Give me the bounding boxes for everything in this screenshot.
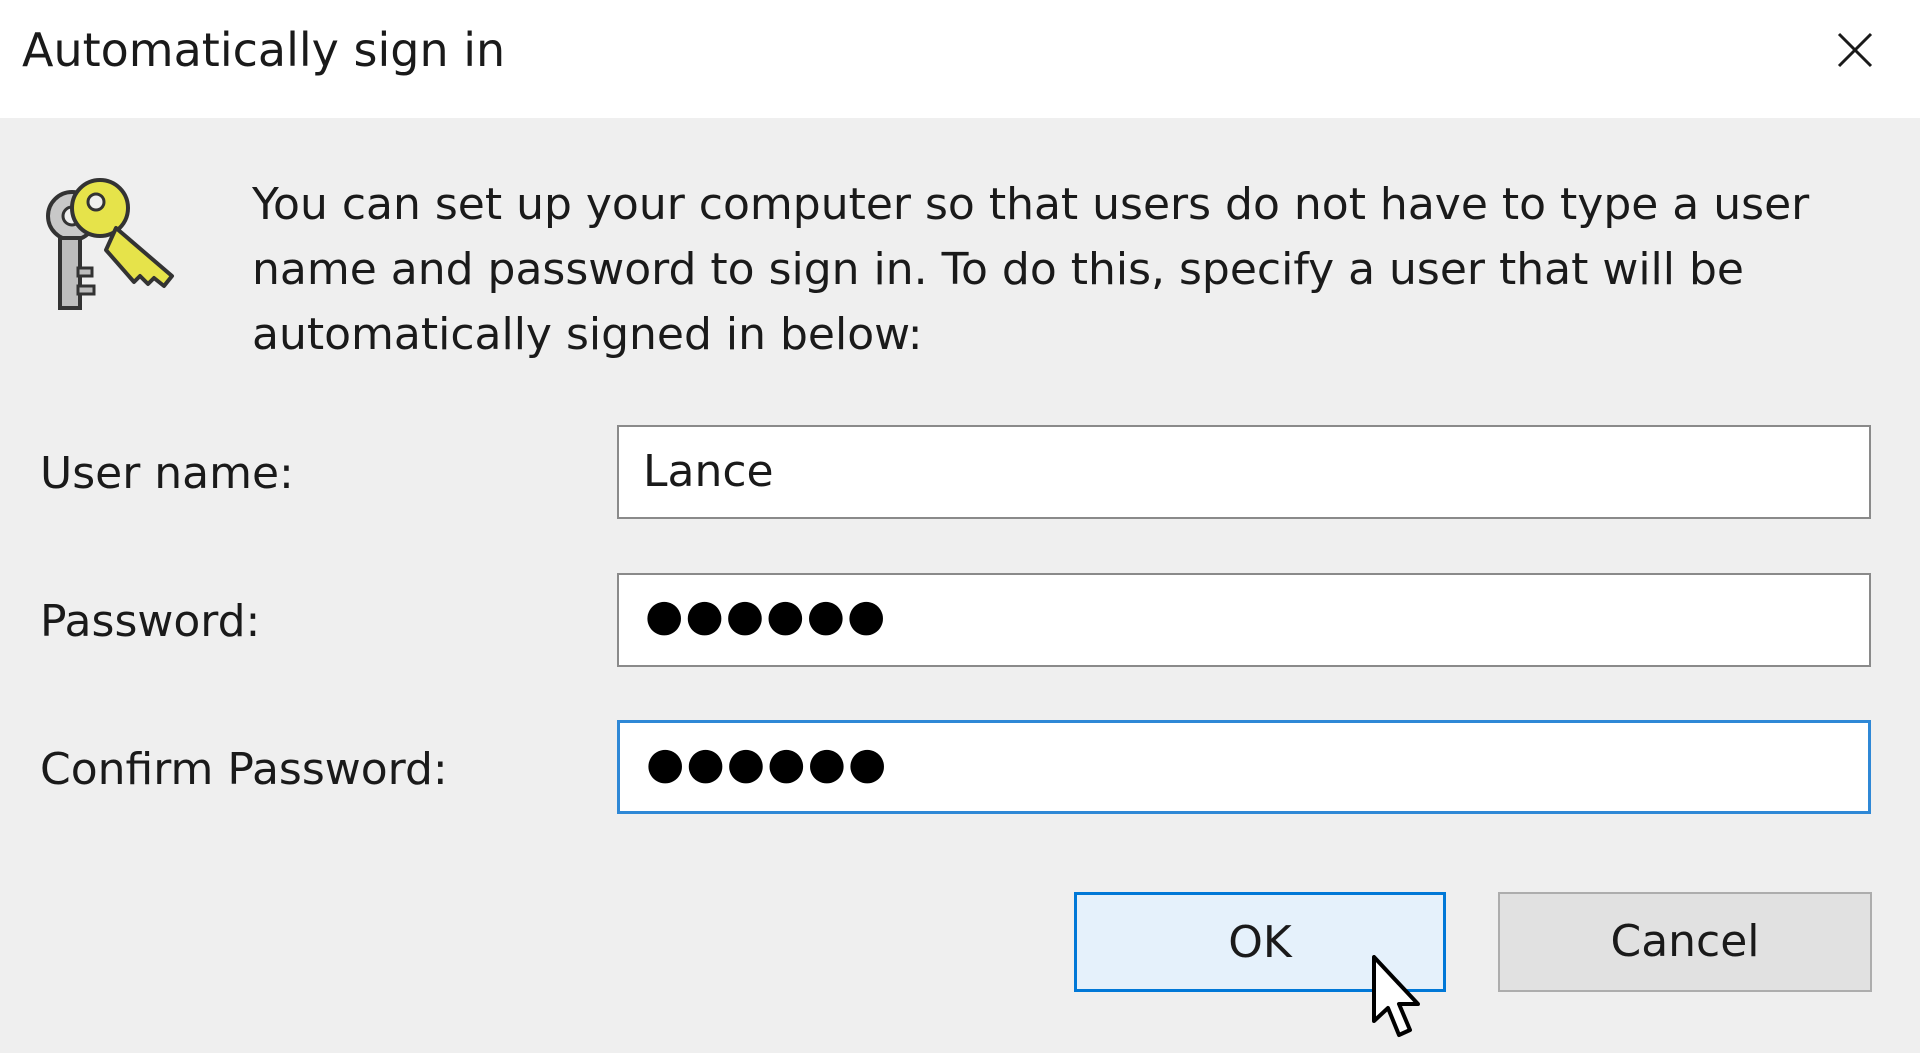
password-field[interactable]: ●●●●●●: [617, 573, 1871, 667]
confirm-password-masked-value: ●●●●●●: [646, 738, 889, 789]
instructions-text: You can set up your computer so that use…: [252, 179, 1810, 360]
username-value: Lance: [643, 446, 774, 497]
confirm-password-field[interactable]: ●●●●●●: [617, 720, 1871, 814]
password-label: Password:: [40, 596, 261, 647]
auto-signin-dialog: Automatically sign in You can set up you…: [0, 0, 1920, 1053]
close-button[interactable]: [1812, 12, 1898, 88]
dialog-title: Automatically sign in: [22, 23, 506, 77]
close-icon: [1837, 32, 1873, 68]
username-label: User name:: [40, 448, 294, 499]
password-masked-value: ●●●●●●: [645, 590, 888, 641]
mouse-cursor-icon: [1372, 955, 1420, 1037]
confirm-password-label: Confirm Password:: [40, 744, 448, 795]
keys-icon: [46, 178, 174, 310]
cancel-button[interactable]: Cancel: [1498, 892, 1872, 992]
username-field[interactable]: Lance: [617, 425, 1871, 519]
title-bar: Automatically sign in: [0, 0, 1920, 118]
